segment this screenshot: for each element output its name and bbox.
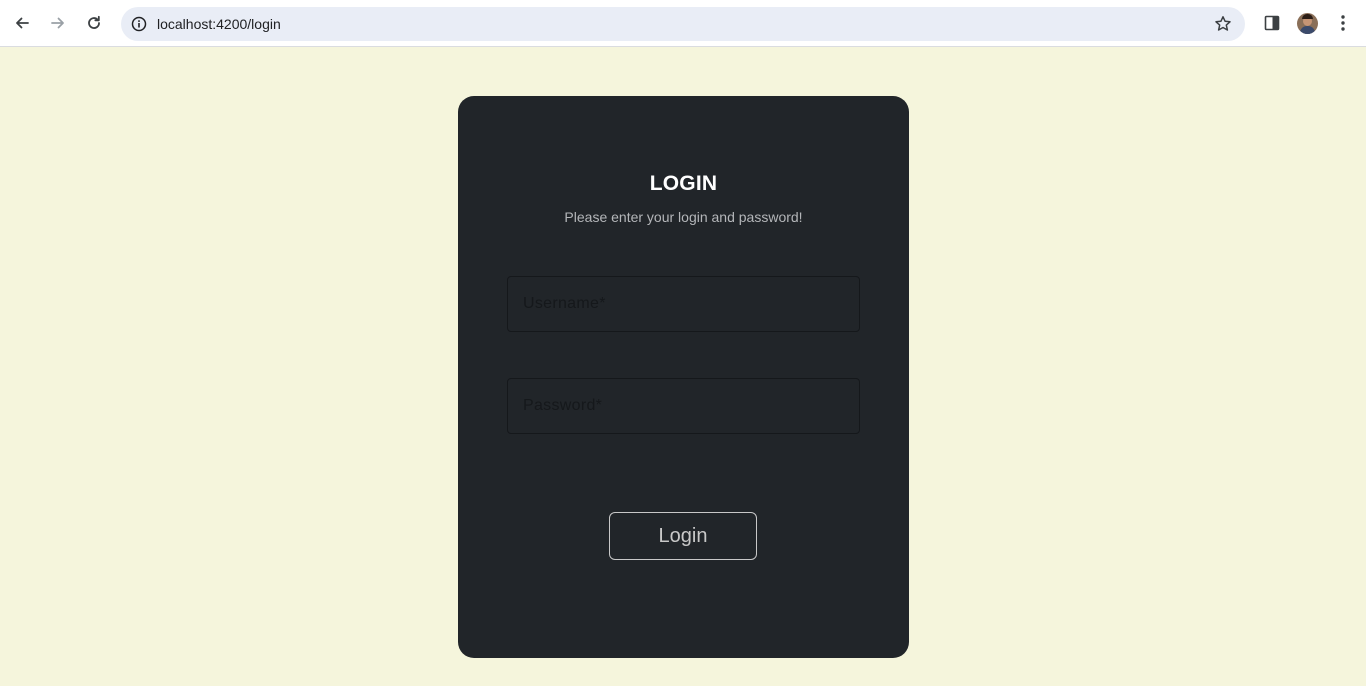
login-subtitle: Please enter your login and password! — [564, 209, 803, 225]
username-input[interactable] — [508, 277, 859, 331]
login-card: LOGIN Please enter your login and passwo… — [458, 96, 909, 658]
address-url[interactable]: localhost:4200/login — [157, 16, 281, 32]
page-content: LOGIN Please enter your login and passwo… — [0, 47, 1366, 686]
back-icon — [16, 17, 29, 29]
login-title: LOGIN — [649, 172, 718, 195]
profile-avatar[interactable] — [1297, 13, 1318, 34]
username-field[interactable] — [507, 276, 860, 332]
password-input[interactable] — [508, 379, 859, 433]
forward-icon — [51, 17, 64, 29]
side-panel-icon[interactable] — [1260, 11, 1284, 35]
reload-button[interactable] — [79, 8, 109, 38]
login-button[interactable]: Login — [609, 512, 757, 560]
address-bar[interactable]: localhost:4200/login — [121, 7, 1245, 41]
bookmark-star-icon[interactable] — [1213, 14, 1233, 34]
browser-toolbar: localhost:4200/login — [0, 0, 1366, 47]
site-info-icon[interactable] — [129, 14, 149, 34]
reload-icon — [88, 15, 100, 29]
forward-button[interactable] — [43, 8, 73, 38]
menu-kebab-icon[interactable] — [1331, 11, 1355, 35]
back-button[interactable] — [7, 8, 37, 38]
password-field[interactable] — [507, 378, 860, 434]
